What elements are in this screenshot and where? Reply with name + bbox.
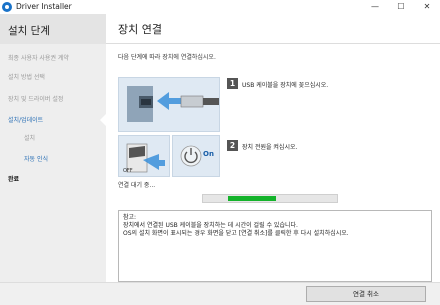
on-label: On <box>203 150 214 158</box>
app-icon <box>2 2 12 12</box>
main-panel: 장치 연결 다음 단계에 따라 장치에 연결하십시오. 1 USB 케이블을 장… <box>106 14 440 305</box>
note-line-1: 장치에서 연결된 USB 케이블을 장치하는 데 시간이 걸릴 수 있습니다. <box>123 222 298 229</box>
power-on-illustration: On <box>172 135 220 177</box>
main-header: 장치 연결 <box>106 14 440 44</box>
step-2-badge: 2 <box>227 140 238 151</box>
minimize-button[interactable]: — <box>362 0 388 14</box>
step-1-badge: 1 <box>227 78 238 89</box>
window-title: Driver Installer <box>16 2 72 11</box>
step-1-text: USB 케이블을 장치에 꽂으십시오. <box>242 82 329 89</box>
power-switch-illustration: OFF <box>118 135 170 177</box>
note-line-heading: 참고: <box>123 214 137 221</box>
usb-cable-illustration <box>118 77 220 132</box>
sidebar-item-install-update: 설치/업데이트 <box>8 117 44 124</box>
sidebar-item-complete: 완료 <box>8 176 20 183</box>
sidebar-title: 설치 단계 <box>8 25 50 37</box>
off-label: OFF <box>123 168 133 174</box>
sidebar-header: 설치 단계 <box>0 14 106 44</box>
maximize-button[interactable]: ☐ <box>388 0 414 14</box>
footer-bar: 연결 취소 <box>0 282 440 305</box>
note-textbox[interactable]: 참고: 장치에서 연결된 USB 케이블을 장치하는 데 시간이 걸릴 수 있습… <box>118 210 432 282</box>
progress-fill <box>228 196 276 201</box>
usb-cable-icon <box>119 78 219 131</box>
sidebar: 설치 단계 최종 사용자 사용권 계약 설치 방법 선택 장치 및 드라이버 설… <box>0 14 106 305</box>
sidebar-subitem-auto-detect: 자동 인식 <box>24 156 48 163</box>
instruction-text: 다음 단계에 따라 장치에 연결하십시오. <box>118 54 216 61</box>
sidebar-item-device-driver: 장치 및 드라이버 설정 <box>8 96 64 103</box>
sidebar-item-eula: 최종 사용자 사용권 계약 <box>8 55 69 62</box>
step-2-text: 장치 전원을 켜십시오. <box>242 144 298 151</box>
waiting-status-text: 연결 대기 중... <box>118 182 156 189</box>
note-line-2: OS의 설치 화면이 표시되는 경우 화면을 닫고 [연결 취소]를 클릭한 후… <box>123 230 349 237</box>
title-bar: Driver Installer — ☐ ✕ <box>0 0 440 14</box>
connection-progress-bar <box>202 194 338 203</box>
close-button[interactable]: ✕ <box>414 0 440 14</box>
page-title: 장치 연결 <box>118 23 162 36</box>
sidebar-item-install-method: 설치 방법 선택 <box>8 74 45 81</box>
sidebar-subitem-install: 설치 <box>24 135 36 142</box>
cancel-connection-button[interactable]: 연결 취소 <box>306 286 426 302</box>
